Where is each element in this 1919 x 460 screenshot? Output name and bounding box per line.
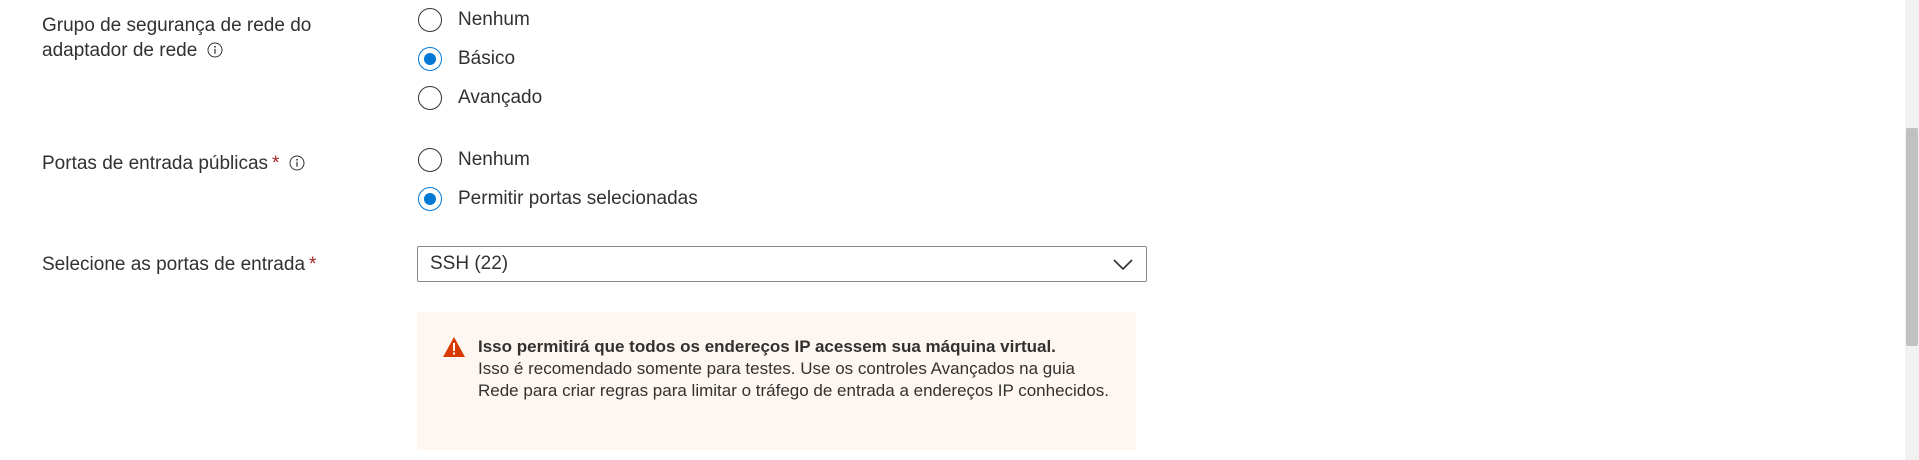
page: Grupo de segurança de rede do adaptador … (0, 0, 1919, 460)
public-ports-label-text: Portas de entrada públicas (42, 153, 269, 174)
info-icon[interactable] (289, 155, 305, 171)
radio-ports-allow-selected[interactable]: Permitir portas selecionadas (418, 185, 698, 213)
radio-button[interactable] (418, 8, 442, 32)
inbound-ports-label-text: Selecione as portas de entrada (42, 254, 306, 275)
required-marker: * (309, 254, 317, 275)
radio-nsg-advanced[interactable]: Avançado (418, 84, 542, 112)
radio-button[interactable] (418, 47, 442, 71)
radio-label: Avançado (458, 87, 543, 108)
warning-title: Isso permitirá que todos os endereços IP… (478, 337, 1056, 356)
radio-button[interactable] (418, 148, 442, 172)
inbound-ports-dropdown[interactable]: SSH (22) (417, 246, 1147, 282)
radio-label: Nenhum (458, 149, 530, 170)
radio-nsg-basic[interactable]: Básico (418, 45, 515, 73)
nic-nsg-label-line1: Grupo de segurança de rede do (42, 15, 312, 36)
nic-nsg-label-line2: adaptador de rede (42, 40, 198, 61)
public-ports-label: Portas de entrada públicas * (42, 151, 305, 176)
required-marker: * (272, 153, 280, 174)
radio-button[interactable] (418, 86, 442, 110)
info-icon[interactable] (207, 42, 223, 58)
radio-label: Básico (458, 48, 516, 69)
nic-nsg-label: Grupo de segurança de rede do adaptador … (42, 13, 311, 63)
warning-body: Isso é recomendado somente para testes. … (478, 359, 1109, 400)
warning-icon (443, 337, 465, 357)
chevron-down-icon (1113, 259, 1133, 271)
radio-label: Nenhum (458, 9, 530, 30)
radio-nsg-none[interactable]: Nenhum (418, 6, 530, 34)
warning-text: Isso permitirá que todos os endereços IP… (478, 336, 1118, 402)
dropdown-value: SSH (22) (430, 253, 509, 274)
warning-message-bar: Isso permitirá que todos os endereços IP… (417, 312, 1136, 450)
radio-ports-none[interactable]: Nenhum (418, 146, 530, 174)
vertical-scrollbar-thumb[interactable] (1906, 128, 1918, 346)
inbound-ports-label: Selecione as portas de entrada * (42, 252, 316, 277)
radio-label: Permitir portas selecionadas (458, 188, 698, 209)
radio-button[interactable] (418, 187, 442, 211)
